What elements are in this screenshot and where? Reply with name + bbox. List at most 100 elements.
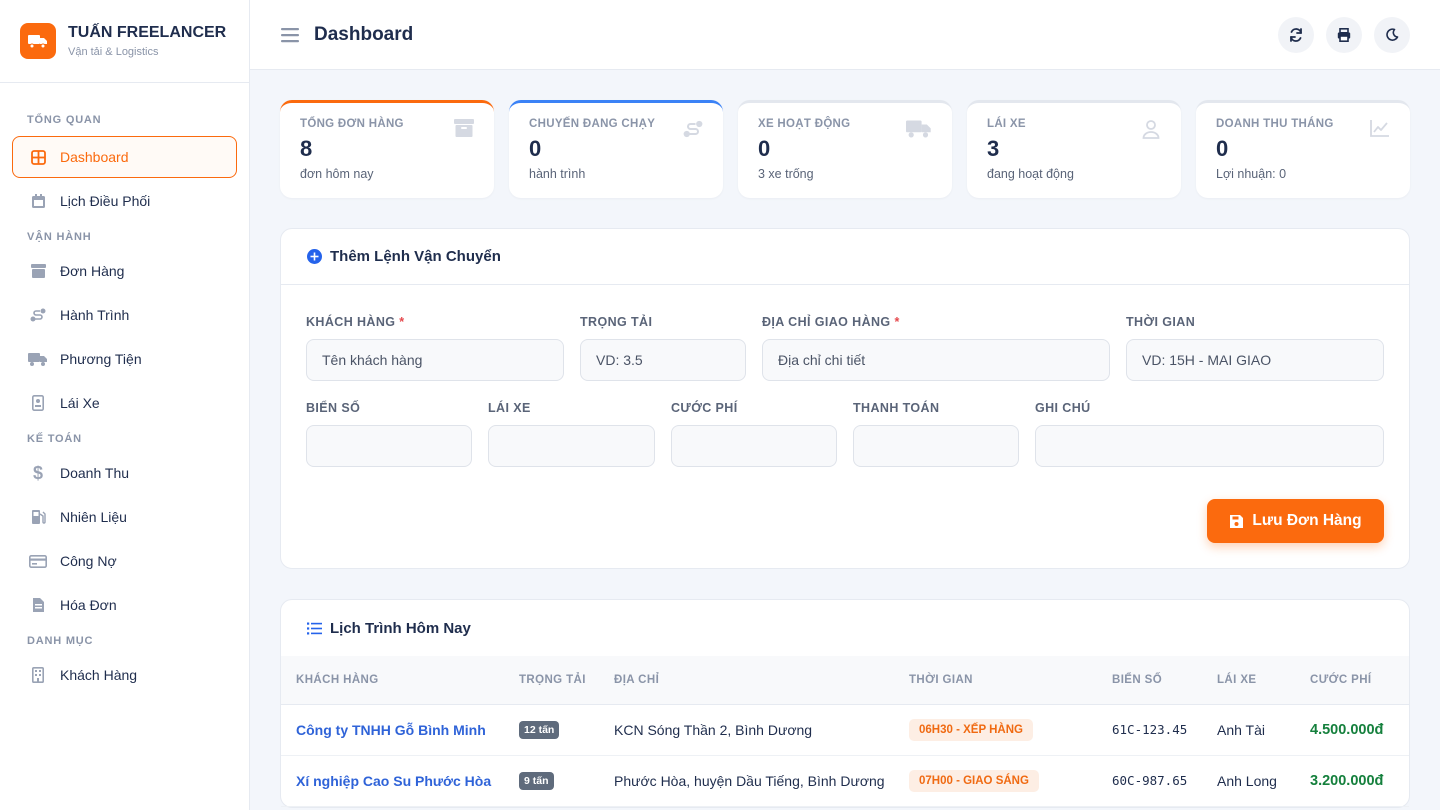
stat-card-total-orders: TỔNG ĐƠN HÀNG 8 đơn hôm nay (280, 100, 494, 198)
plate-field-group: BIỂN SỐ (306, 401, 472, 467)
driver-field-group: LÁI XE (488, 401, 655, 467)
nav-section-title: TỔNG QUAN (27, 114, 102, 126)
list-icon (306, 620, 322, 636)
table-header-row: KHÁCH HÀNG TRỌNG TẢI ĐỊA CHỈ THỜI GIAN B… (281, 656, 1409, 705)
sidebar-item-label: Hành Trình (60, 307, 130, 323)
table-row[interactable]: Xí nghiệp Cao Su Phước Hòa 9 tấn Phước H… (281, 755, 1409, 807)
field-label: ĐỊA CHỈ GIAO HÀNG * (762, 315, 900, 329)
payment-input[interactable] (853, 425, 1019, 467)
save-order-button[interactable]: Lưu Đơn Hàng (1207, 499, 1384, 543)
note-field-group: GHI CHÚ (1035, 401, 1384, 467)
plate-input[interactable] (306, 425, 472, 467)
field-label: BIỂN SỐ (306, 401, 361, 415)
sidebar-item-customers[interactable]: Khách Hàng (12, 654, 237, 696)
truck-logo-icon (20, 23, 56, 59)
field-label: CƯỚC PHÍ (671, 401, 738, 415)
customer-input[interactable] (306, 339, 564, 381)
sidebar-item-label: Đơn Hàng (60, 263, 125, 279)
column-header[interactable]: KHÁCH HÀNG (281, 656, 504, 705)
invoice-icon (28, 595, 48, 615)
column-header[interactable]: CƯỚC PHÍ (1295, 656, 1409, 705)
stat-card-monthly-revenue: DOANH THU THÁNG 0 Lợi nhuận: 0 (1196, 100, 1410, 198)
card-title: Lịch Trình Hôm Nay (330, 619, 471, 637)
load-cell: 12 tấn (504, 704, 599, 756)
column-header[interactable]: TRỌNG TẢI (504, 656, 599, 705)
sidebar-item-dashboard[interactable]: Dashboard (12, 136, 237, 178)
plate-cell: 61C-123.45 (1097, 704, 1202, 756)
payment-field-group: THANH TOÁN (853, 401, 1019, 467)
sidebar-item-invoices[interactable]: Hóa Đơn (12, 584, 237, 626)
box-icon (454, 119, 474, 139)
sidebar-item-label: Lái Xe (60, 395, 100, 411)
main-content: TỔNG ĐƠN HÀNG 8 đơn hôm nay CHUYẾN ĐANG … (280, 100, 1410, 808)
stat-value: 8 (300, 136, 313, 161)
dark-mode-button[interactable] (1374, 16, 1410, 53)
stat-sub: 3 xe trống (758, 167, 814, 181)
sidebar-item-trips[interactable]: Hành Trình (12, 294, 237, 336)
order-form: KHÁCH HÀNG * TRỌNG TẢI ĐỊA CHỈ GIAO HÀNG… (281, 285, 1409, 568)
brand[interactable]: TUẤN FREELANCER Vận tải & Logistics (0, 0, 249, 83)
sidebar: TUẤN FREELANCER Vận tải & Logistics TỔNG… (0, 0, 250, 810)
table-row[interactable]: Công ty TNHH Gỗ Bình Minh 12 tấn KCN Són… (281, 704, 1409, 756)
address-cell: KCN Sóng Thần 2, Bình Dương (599, 704, 894, 756)
sidebar-item-vehicles[interactable]: Phương Tiện (12, 338, 237, 380)
brand-name: TUẤN FREELANCER (68, 24, 227, 41)
sidebar-item-schedule[interactable]: Lịch Điều Phối (12, 180, 237, 222)
box-icon (28, 261, 48, 281)
time-field-group: THỜI GIAN (1126, 315, 1384, 381)
column-header[interactable]: THỜI GIAN (894, 656, 1097, 705)
column-header[interactable]: LÁI XE (1202, 656, 1295, 705)
field-label: KHÁCH HÀNG * (306, 315, 405, 329)
truck-icon (28, 349, 48, 369)
stat-value: 3 (987, 136, 1000, 161)
chart-line-icon (1370, 119, 1390, 139)
driver-input[interactable] (488, 425, 655, 467)
building-icon (28, 665, 48, 685)
time-input[interactable] (1126, 339, 1384, 381)
card-header: Thêm Lệnh Vận Chuyển (281, 229, 1409, 285)
address-input[interactable] (762, 339, 1110, 381)
stats-row: TỔNG ĐƠN HÀNG 8 đơn hôm nay CHUYẾN ĐANG … (280, 100, 1410, 198)
load-input[interactable] (580, 339, 746, 381)
stat-label: TỔNG ĐƠN HÀNG (300, 118, 404, 130)
sidebar-item-drivers[interactable]: Lái Xe (12, 382, 237, 424)
time-badge: 07H00 - GIAO SÁNG (909, 769, 1039, 792)
sidebar-item-debts[interactable]: Công Nợ (12, 540, 237, 582)
user-icon (1141, 119, 1161, 139)
fee-cell: 3.200.000đ (1295, 755, 1409, 807)
print-icon (1337, 27, 1351, 42)
stat-sub: đang hoạt động (987, 167, 1074, 181)
sidebar-item-label: Dashboard (60, 149, 129, 165)
top-header: Dashboard (250, 0, 1440, 70)
load-field-group: TRỌNG TẢI (580, 315, 746, 381)
stat-label: DOANH THU THÁNG (1216, 118, 1334, 130)
hamburger-menu-icon[interactable] (280, 26, 300, 44)
floppy-disk-icon (1229, 514, 1244, 529)
column-header[interactable]: BIỂN SỐ (1097, 656, 1202, 705)
plus-circle-icon (306, 249, 322, 265)
stat-card-active-vehicles: XE HOẠT ĐỘNG 0 3 xe trống (738, 100, 952, 198)
sidebar-item-revenue[interactable]: $ Doanh Thu (12, 452, 237, 494)
page-title: Dashboard (314, 23, 414, 45)
sidebar-item-orders[interactable]: Đơn Hàng (12, 250, 237, 292)
fuel-icon (28, 507, 48, 527)
truck-icon (906, 119, 932, 139)
route-icon (683, 119, 703, 139)
stat-card-drivers: LÁI XE 3 đang hoạt động (967, 100, 1181, 198)
fee-field-group: CƯỚC PHÍ (671, 401, 837, 467)
stat-label: LÁI XE (987, 118, 1026, 130)
note-input[interactable] (1035, 425, 1384, 467)
sidebar-nav: TỔNG QUAN Dashboard Lịch Điều Phối VẬN H… (0, 83, 249, 696)
fee-input[interactable] (671, 425, 837, 467)
sidebar-item-label: Phương Tiện (60, 351, 142, 367)
sidebar-item-label: Khách Hàng (60, 667, 138, 683)
sidebar-item-fuel[interactable]: Nhiên Liệu (12, 496, 237, 538)
add-order-card: Thêm Lệnh Vận Chuyển KHÁCH HÀNG * TRỌNG … (280, 228, 1410, 569)
customer-field-group: KHÁCH HÀNG * (306, 315, 564, 381)
print-button[interactable] (1326, 16, 1362, 53)
calendar-icon (28, 191, 48, 211)
column-header[interactable]: ĐỊA CHỈ (599, 656, 894, 705)
customer-cell[interactable]: Xí nghiệp Cao Su Phước Hòa (281, 755, 504, 807)
customer-cell[interactable]: Công ty TNHH Gỗ Bình Minh (281, 704, 504, 756)
refresh-button[interactable] (1278, 16, 1314, 53)
